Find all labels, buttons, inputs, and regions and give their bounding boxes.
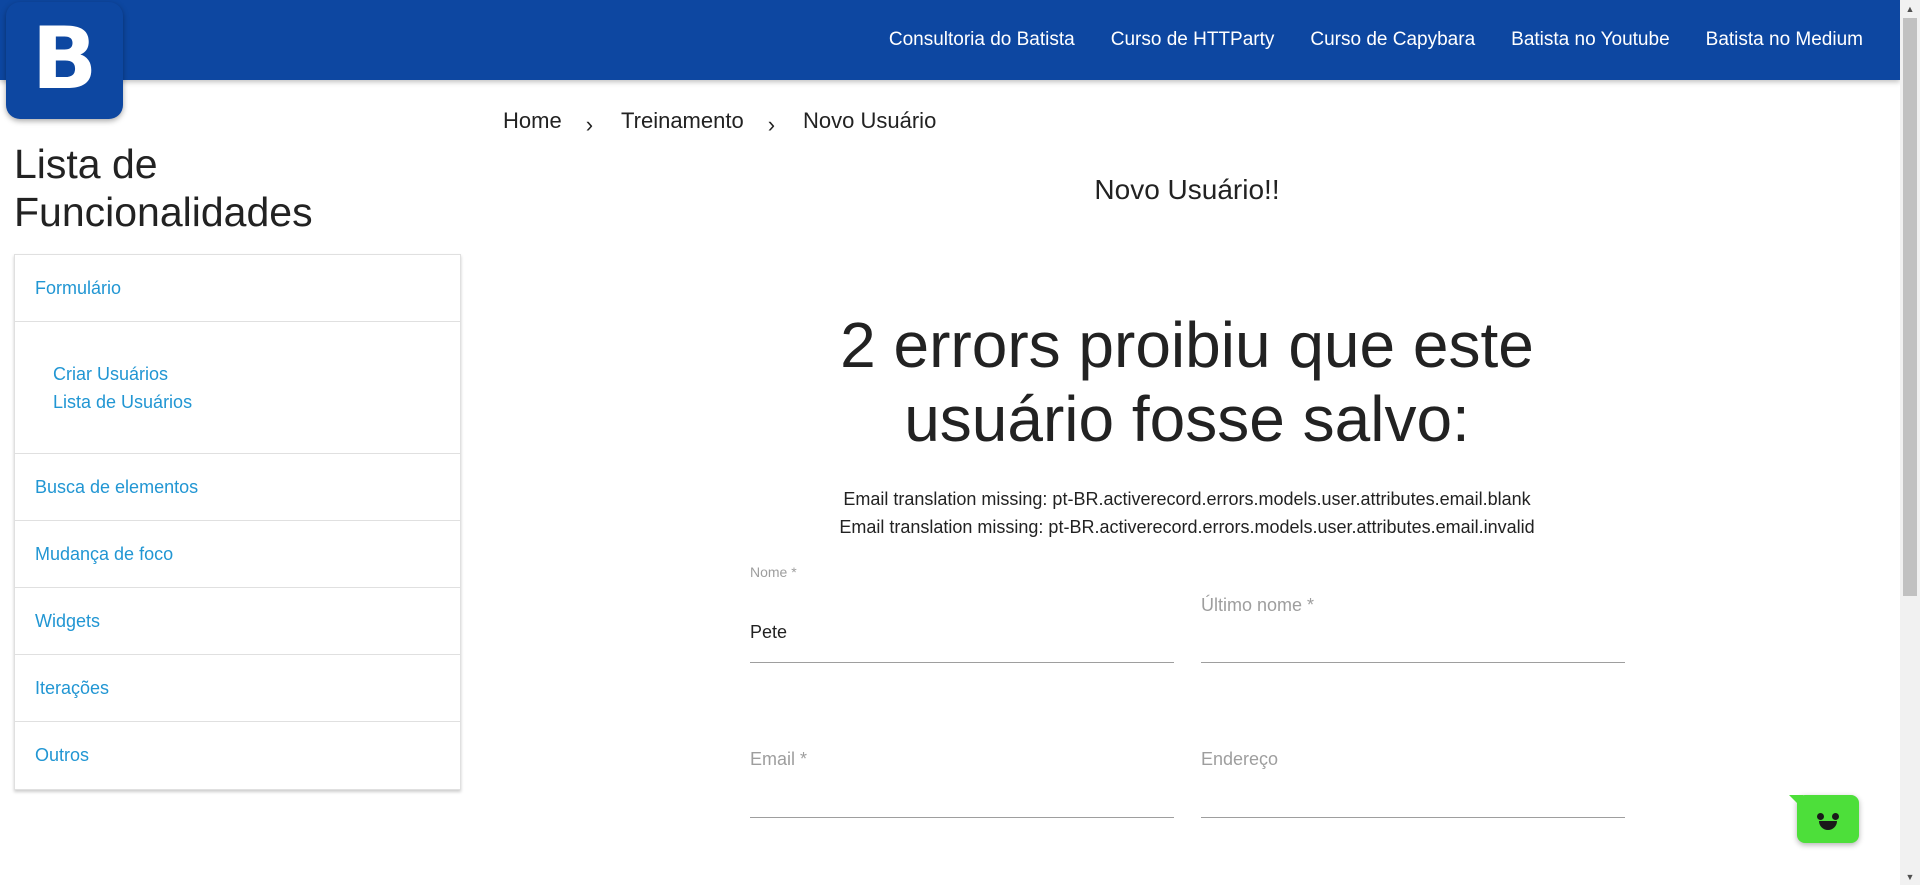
endereco-label: Endereço [1201,749,1279,769]
nav-link-youtube[interactable]: Batista no Youtube [1493,29,1687,51]
ultimo-nome-underline [1201,662,1625,663]
logo-letter: B [31,8,98,109]
ultimo-nome-label: Último nome * [1201,595,1315,615]
email-field[interactable]: Email * [750,715,1174,820]
nome-input[interactable]: Pete [750,622,787,643]
submenu-item-lista-usuarios[interactable]: Lista de Usuários [53,388,460,416]
scrollbar-thumb[interactable] [1903,18,1917,596]
nome-underline [750,662,1174,663]
chat-tail [1789,795,1803,809]
chat-widget-button[interactable] [1789,795,1859,843]
scroll-up-arrow-icon[interactable]: ▲ [1900,0,1920,17]
sidebar-item-iteracoes[interactable]: Iterações [15,655,460,722]
error-message: Email translation missing: pt-BR.activer… [843,489,1531,509]
page-scrollbar[interactable]: ▲ ▼ [1900,0,1920,885]
sidebar-item-widgets[interactable]: Widgets [15,588,460,655]
page-title: Novo Usuário!! [1094,174,1280,205]
chevron-right-icon: › [767,112,776,137]
chat-bot-face-icon [1817,813,1824,820]
breadcrumb-home[interactable]: Home [503,108,562,134]
error-heading: 2 errors proibiu que este usuário fosse … [840,309,1534,455]
nav-link-medium[interactable]: Batista no Medium [1688,29,1881,51]
ultimo-nome-field[interactable]: Último nome * [1201,560,1625,665]
endereco-underline [1201,817,1625,818]
breadcrumb-treinamento[interactable]: Treinamento [621,108,744,134]
breadcrumb-novo-usuario[interactable]: Novo Usuário [803,108,936,134]
email-underline [750,817,1174,818]
sidebar-menu: Formulário Criar Usuários Lista de Usuár… [14,254,461,790]
error-message: Email translation missing: pt-BR.activer… [839,517,1535,537]
nav-links: Consultoria do Batista Curso de HTTParty… [871,0,1881,80]
email-label: Email * [750,749,808,769]
nome-field[interactable]: Nome * Pete [750,560,1174,665]
nome-label: Nome * [750,564,797,580]
chevron-right-icon: › [585,112,594,137]
submenu-item-criar-usuarios[interactable]: Criar Usuários [53,360,460,388]
sidebar-item-outros[interactable]: Outros [15,722,460,789]
breadcrumb: Home › Treinamento › Novo Usuário [503,106,936,137]
nav-link-curso-httparty[interactable]: Curso de HTTParty [1093,29,1293,51]
sidebar-submenu-formulario: Criar Usuários Lista de Usuários [15,322,460,454]
sidebar-item-formulario[interactable]: Formulário [15,255,460,322]
sidebar-item-busca-elementos[interactable]: Busca de elementos [15,454,460,521]
chat-bot-mouth [1819,821,1837,830]
scroll-down-arrow-icon[interactable]: ▼ [1900,868,1920,885]
nav-link-curso-capybara[interactable]: Curso de Capybara [1292,29,1493,51]
endereco-field[interactable]: Endereço [1201,715,1625,820]
sidebar-item-mudanca-foco[interactable]: Mudança de foco [15,521,460,588]
nav-link-consultoria[interactable]: Consultoria do Batista [871,29,1093,51]
chat-bot-face-icon [1832,813,1839,820]
site-logo[interactable]: B [6,2,123,119]
top-navbar: Consultoria do Batista Curso de HTTParty… [0,0,1900,80]
error-list: Email translation missing: pt-BR.activer… [687,485,1687,541]
